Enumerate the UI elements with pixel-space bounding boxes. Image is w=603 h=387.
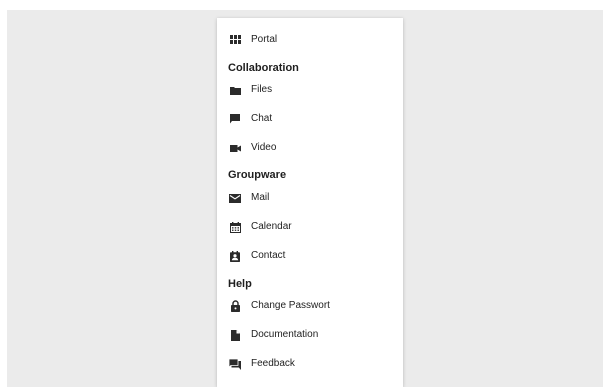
mail-envelope-icon: [229, 192, 241, 204]
menu-item-video[interactable]: Video: [217, 134, 403, 162]
menu-item-label: Mail: [251, 192, 270, 203]
section-heading-groupware: Groupware: [228, 169, 287, 181]
video-camera-icon: [229, 142, 241, 154]
menu-item-files[interactable]: Files: [217, 76, 403, 104]
chat-bubble-icon: [229, 113, 241, 125]
menu-item-label: Feedback: [251, 358, 295, 369]
menu-item-label: Files: [251, 84, 273, 95]
menu-item-calendar[interactable]: Calendar: [217, 213, 403, 241]
app-canvas: Portal Collaboration Files Chat Video Gr…: [0, 0, 603, 387]
menu-item-documentation[interactable]: Documentation: [217, 321, 403, 349]
menu-item-portal[interactable]: Portal: [217, 26, 403, 54]
document-icon: [229, 329, 241, 341]
menu-item-chat[interactable]: Chat: [217, 105, 403, 133]
menu-item-contact[interactable]: Contact: [217, 242, 403, 270]
menu-item-label: Calendar: [251, 221, 292, 232]
contact-card-icon: [229, 250, 241, 262]
folder-icon: [229, 84, 241, 96]
calendar-icon: [229, 221, 241, 233]
menu-item-label: Portal: [251, 34, 278, 45]
menu-item-change-password[interactable]: Change Passwort: [217, 292, 403, 320]
menu-item-label: Documentation: [251, 329, 319, 340]
menu-item-feedback[interactable]: Feedback: [217, 350, 403, 378]
navigation-menu: Portal Collaboration Files Chat Video Gr…: [217, 18, 403, 387]
lock-icon: [229, 300, 241, 312]
section-heading-collaboration: Collaboration: [228, 62, 299, 74]
apps-grid-icon: [229, 34, 241, 46]
menu-item-label: Chat: [251, 113, 273, 124]
section-heading-help: Help: [228, 278, 252, 290]
menu-item-label: Video: [251, 142, 277, 153]
menu-item-mail[interactable]: Mail: [217, 184, 403, 212]
menu-item-label: Contact: [251, 250, 286, 261]
menu-item-label: Change Passwort: [251, 300, 330, 311]
feedback-icon: [229, 358, 241, 370]
